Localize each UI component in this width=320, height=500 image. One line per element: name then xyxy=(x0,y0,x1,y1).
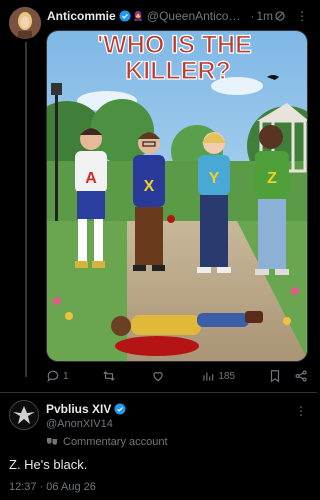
reply-timestamp[interactable]: 12:37 · 06 Aug 26 xyxy=(9,481,96,493)
views-button[interactable]: 185 xyxy=(201,369,235,383)
reply-count: 1 xyxy=(63,370,69,382)
avatar-image xyxy=(9,7,41,39)
share-icon xyxy=(295,370,307,382)
label-z: Z xyxy=(267,170,277,187)
avatar[interactable] xyxy=(9,7,41,39)
profile-emoji: 🧕 xyxy=(132,10,144,21)
reply-button[interactable]: 1 xyxy=(46,369,69,383)
display-name[interactable]: Anticommie xyxy=(47,9,116,23)
reply-avatar[interactable] xyxy=(9,400,39,430)
more-icon[interactable]: ⋮ xyxy=(295,9,309,23)
bar-chart-icon xyxy=(203,372,214,381)
reply-handle[interactable]: @AnonXIV14 xyxy=(46,418,113,430)
reply-name-row: Pvblius XIV xyxy=(46,402,126,416)
heart-icon xyxy=(153,372,164,382)
post-image[interactable]: A X Y Z 'WHO IS THE KILLER? xyxy=(46,30,308,362)
more-icon[interactable]: ⋮ xyxy=(295,404,307,418)
share-button[interactable] xyxy=(294,369,308,383)
theater-masks-icon xyxy=(47,438,57,445)
handle[interactable]: @QueenAnticom... xyxy=(147,9,248,23)
verified-badge-icon xyxy=(114,403,126,415)
separator: · xyxy=(250,9,255,23)
post-header: Anticommie 🧕 @QueenAnticom... · 1m ⋮ xyxy=(47,8,309,24)
verified-badge-icon xyxy=(119,10,131,22)
view-count: 185 xyxy=(218,370,236,382)
grok-icon[interactable] xyxy=(273,9,287,23)
reply-text: Z. He's black. xyxy=(9,457,88,472)
post-actions: 1 185 xyxy=(46,368,308,384)
label-y: Y xyxy=(209,170,220,187)
divider xyxy=(0,392,317,393)
commentary-badge: Commentary account xyxy=(46,436,168,448)
label-a: A xyxy=(85,170,97,187)
bookmark-button[interactable] xyxy=(268,369,282,383)
reply-display-name[interactable]: Pvblius XIV xyxy=(46,402,111,416)
eagle-emblem-icon xyxy=(10,401,38,429)
post-time[interactable]: 1m xyxy=(256,9,273,23)
thread-line xyxy=(25,42,27,377)
bookmark-icon xyxy=(270,370,280,383)
label-x: X xyxy=(144,178,155,195)
like-button[interactable] xyxy=(151,369,168,383)
commentary-label: Commentary account xyxy=(63,436,168,448)
retweet-button[interactable] xyxy=(102,369,119,383)
retweet-icon xyxy=(102,371,115,381)
reply-icon xyxy=(47,370,59,383)
